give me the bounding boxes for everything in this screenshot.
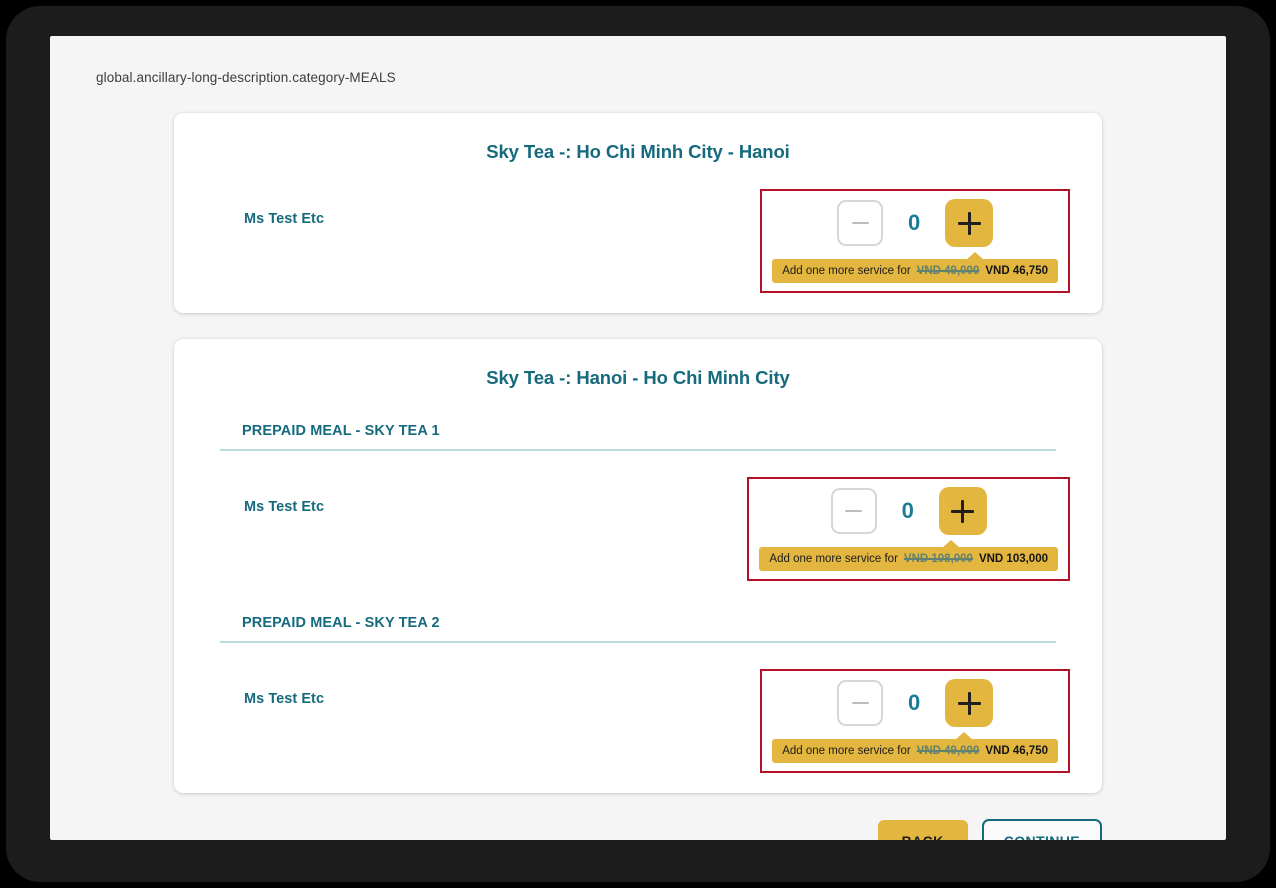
tooltip-old-price: VND 49,000 [917, 745, 980, 757]
tooltip-old-price: VND 108,000 [904, 553, 973, 565]
tooltip-text: Add one more service for [769, 553, 897, 565]
decrease-quantity-button[interactable] [837, 680, 883, 726]
passenger-row: Ms Test Etc 0 [198, 189, 1078, 293]
tooltip-new-price: VND 46,750 [985, 745, 1048, 757]
meal-section-header: PREPAID MEAL - SKY TEA 1 [242, 423, 1078, 439]
flight-ancillary-card: Sky Tea -: Ho Chi Minh City - Hanoi Ms T… [174, 113, 1102, 313]
tooltip-old-price: VND 49,000 [917, 265, 980, 277]
passenger-name: Ms Test Etc [244, 499, 324, 515]
tooltip-new-price: VND 103,000 [979, 553, 1048, 565]
quantity-stepper: 0 [772, 679, 1058, 729]
tooltip-arrow-icon [942, 540, 960, 548]
minus-icon [845, 510, 862, 513]
plus-icon-bar [951, 510, 974, 513]
plus-icon-bar [958, 702, 981, 705]
card-title: Sky Tea -: Hanoi - Ho Chi Minh City [198, 367, 1078, 389]
category-description-text: global.ancillary-long-description.catego… [96, 70, 1180, 85]
quantity-value: 0 [905, 210, 923, 236]
device-screen: global.ancillary-long-description.catego… [50, 36, 1226, 840]
price-tooltip: Add one more service for VND 49,000 VND … [772, 259, 1058, 283]
footer-actions: BACK CONTINUE [174, 819, 1102, 840]
minus-icon [852, 222, 869, 225]
passenger-row: Ms Test Etc 0 [198, 477, 1078, 581]
section-divider [220, 641, 1056, 643]
quantity-value: 0 [905, 690, 923, 716]
quantity-selector-highlight: 0 Add one more service for VND 108,000 V… [747, 477, 1070, 581]
passenger-name: Ms Test Etc [244, 691, 324, 707]
decrease-quantity-button[interactable] [837, 200, 883, 246]
increase-quantity-button[interactable] [939, 487, 987, 535]
continue-button[interactable]: CONTINUE [982, 819, 1102, 840]
tooltip-arrow-icon [955, 732, 973, 740]
meal-section-header: PREPAID MEAL - SKY TEA 2 [242, 615, 1078, 631]
quantity-selector-highlight: 0 Add one more service for VND 49,000 VN… [760, 189, 1070, 293]
passenger-name: Ms Test Etc [244, 211, 324, 227]
passenger-row: Ms Test Etc 0 [198, 669, 1078, 773]
increase-quantity-button[interactable] [945, 199, 993, 247]
section-divider [220, 449, 1056, 451]
device-frame: global.ancillary-long-description.catego… [6, 6, 1270, 882]
plus-icon-bar [958, 222, 981, 225]
tooltip-text: Add one more service for [782, 265, 910, 277]
flight-ancillary-card: Sky Tea -: Hanoi - Ho Chi Minh City PREP… [174, 339, 1102, 793]
quantity-selector-highlight: 0 Add one more service for VND 49,000 VN… [760, 669, 1070, 773]
quantity-stepper: 0 [772, 199, 1058, 249]
increase-quantity-button[interactable] [945, 679, 993, 727]
quantity-value: 0 [899, 498, 917, 524]
minus-icon [852, 702, 869, 705]
quantity-stepper: 0 [759, 487, 1058, 537]
decrease-quantity-button[interactable] [831, 488, 877, 534]
price-tooltip: Add one more service for VND 108,000 VND… [759, 547, 1058, 571]
tooltip-new-price: VND 46,750 [985, 265, 1048, 277]
tooltip-arrow-icon [966, 252, 984, 260]
back-button[interactable]: BACK [878, 820, 968, 840]
tooltip-text: Add one more service for [782, 745, 910, 757]
page-content: global.ancillary-long-description.catego… [50, 36, 1226, 840]
card-title: Sky Tea -: Ho Chi Minh City - Hanoi [198, 141, 1078, 163]
price-tooltip: Add one more service for VND 49,000 VND … [772, 739, 1058, 763]
